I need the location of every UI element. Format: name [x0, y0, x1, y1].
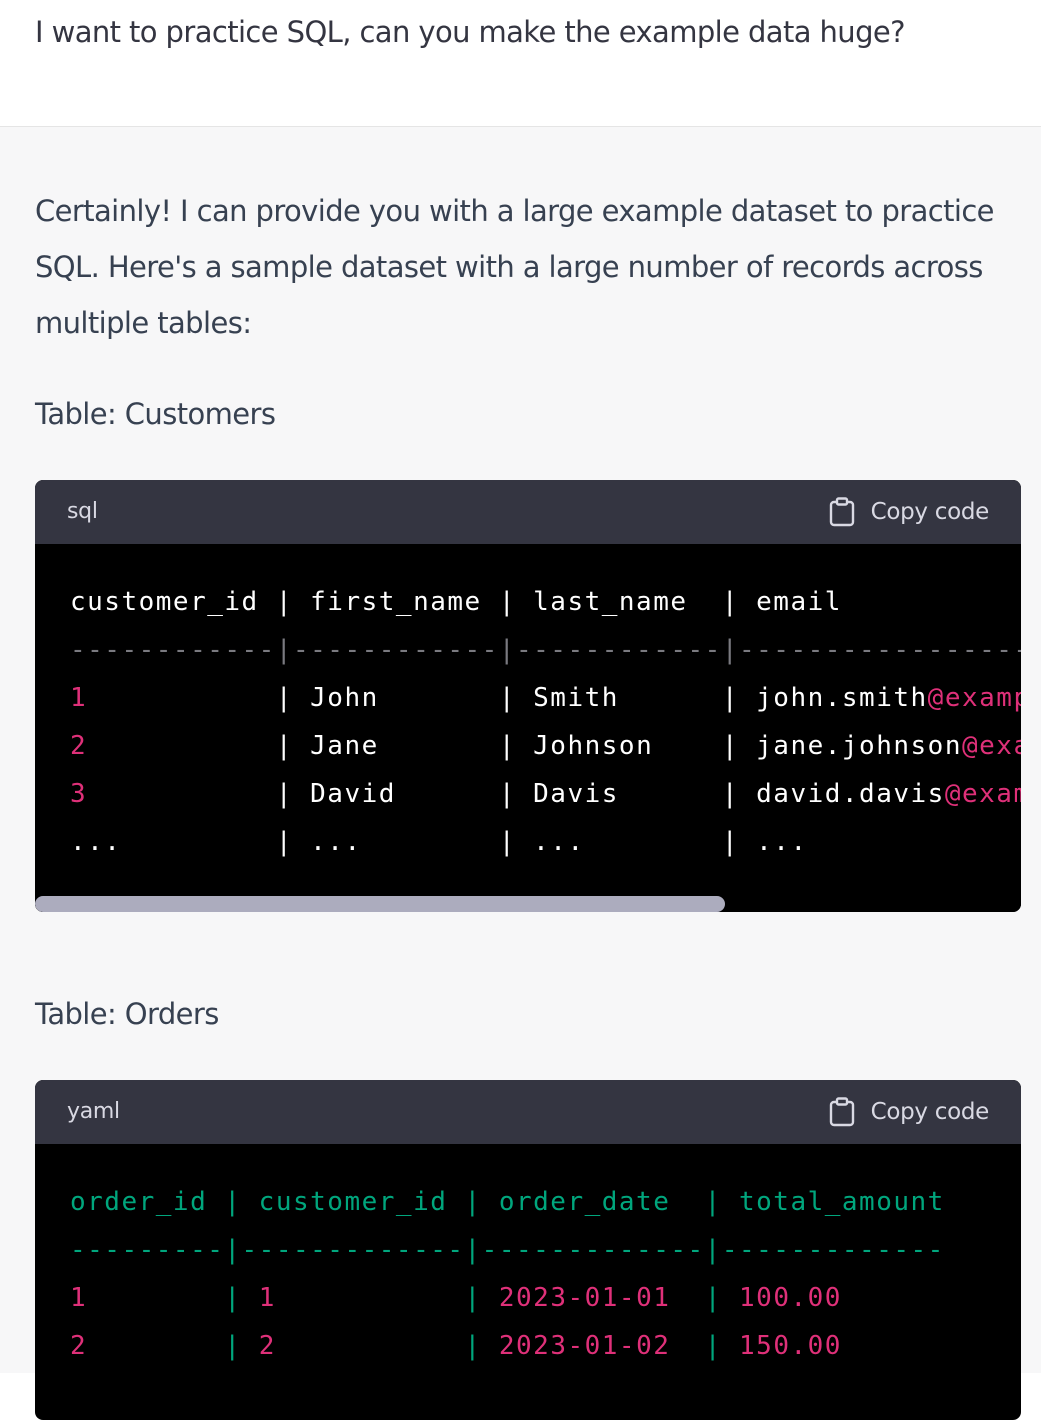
- code-token: ... | ... | ... | ...: [70, 827, 808, 857]
- code-token: @example.com: [944, 779, 1021, 809]
- code-token: @example.com: [927, 683, 1021, 713]
- code-token: 2023-01-01: [498, 1283, 671, 1313]
- user-message: I want to practice SQL, can you make the…: [0, 0, 1041, 127]
- code-token: 3: [70, 779, 88, 809]
- code-token: |: [87, 1331, 259, 1361]
- code-token: |: [670, 1331, 740, 1361]
- code-token: | David | Davis | david.davis: [87, 779, 945, 809]
- code-token: 100.00: [739, 1283, 842, 1313]
- code-line: 2 | Jane | Johnson | jane.johnson@exampl…: [35, 722, 1021, 770]
- code-content[interactable]: order_id | customer_id | order_date | to…: [35, 1144, 1021, 1370]
- code-header: sql Copy code: [35, 480, 1021, 544]
- code-line: ------------|------------|------------|-…: [35, 626, 1021, 674]
- code-content[interactable]: customer_id | first_name | last_name | e…: [35, 544, 1021, 898]
- code-token: |: [87, 1283, 259, 1313]
- code-token: | John | Smith | john.smith: [87, 683, 928, 713]
- code-line: 3 | David | Davis | david.davis@example.…: [35, 770, 1021, 818]
- code-token: 2: [70, 1331, 88, 1361]
- code-token: 1: [258, 1283, 276, 1313]
- code-line: ... | ... | ... | ...: [35, 818, 1021, 866]
- copy-code-label: Copy code: [870, 1099, 990, 1125]
- code-line: 1 | 1 | 2023-01-01 | 100.00: [35, 1274, 1021, 1322]
- code-token: |: [275, 1283, 499, 1313]
- code-token: @example.com: [961, 731, 1021, 761]
- code-token: | Jane | Johnson | jane.johnson: [87, 731, 962, 761]
- code-header: yaml Copy code: [35, 1080, 1021, 1144]
- copy-code-label: Copy code: [870, 499, 990, 525]
- clipboard-icon: [829, 1097, 855, 1127]
- assistant-intro-text: Certainly! I can provide you with a larg…: [35, 194, 995, 340]
- customers-table-label: Table: Customers: [35, 397, 276, 431]
- code-language-label: sql: [67, 499, 98, 524]
- code-line: ---------|-------------|-------------|--…: [35, 1226, 1021, 1274]
- code-token: |: [670, 1283, 740, 1313]
- code-line: order_id | customer_id | order_date | to…: [35, 1178, 1021, 1226]
- code-token: 2: [70, 731, 88, 761]
- horizontal-scrollbar[interactable]: [35, 896, 1021, 912]
- code-token: |: [275, 1331, 499, 1361]
- code-line: 1 | John | Smith | john.smith@example.co…: [35, 674, 1021, 722]
- code-token: order_id | customer_id | order_date | to…: [70, 1187, 945, 1217]
- code-token: 1: [70, 683, 88, 713]
- scrollbar-thumb[interactable]: [35, 896, 726, 912]
- code-token: 150.00: [739, 1331, 842, 1361]
- code-line: customer_id | first_name | last_name | e…: [35, 578, 1021, 626]
- code-language-label: yaml: [67, 1099, 120, 1124]
- copy-code-button[interactable]: Copy code: [829, 496, 989, 528]
- code-token: 2023-01-02: [498, 1331, 671, 1361]
- customers-code-block: sql Copy code customer_id | first_name |…: [35, 480, 1021, 912]
- code-token: 2: [258, 1331, 276, 1361]
- code-token: ---------|-------------|-------------|--…: [70, 1235, 945, 1265]
- assistant-message: Certainly! I can provide you with a larg…: [0, 127, 1041, 1420]
- user-message-text: I want to practice SQL, can you make the…: [35, 15, 906, 49]
- clipboard-icon: [829, 497, 855, 527]
- code-token: ------------|------------|------------|-…: [70, 635, 1021, 665]
- code-line: 2 | 2 | 2023-01-02 | 150.00: [35, 1322, 1021, 1370]
- orders-table-label: Table: Orders: [35, 997, 219, 1031]
- copy-code-button[interactable]: Copy code: [829, 1096, 989, 1128]
- orders-code-block: yaml Copy code order_id | customer_id | …: [35, 1080, 1021, 1420]
- code-token: customer_id | first_name | last_name | e…: [70, 587, 842, 617]
- code-token: 1: [70, 1283, 88, 1313]
